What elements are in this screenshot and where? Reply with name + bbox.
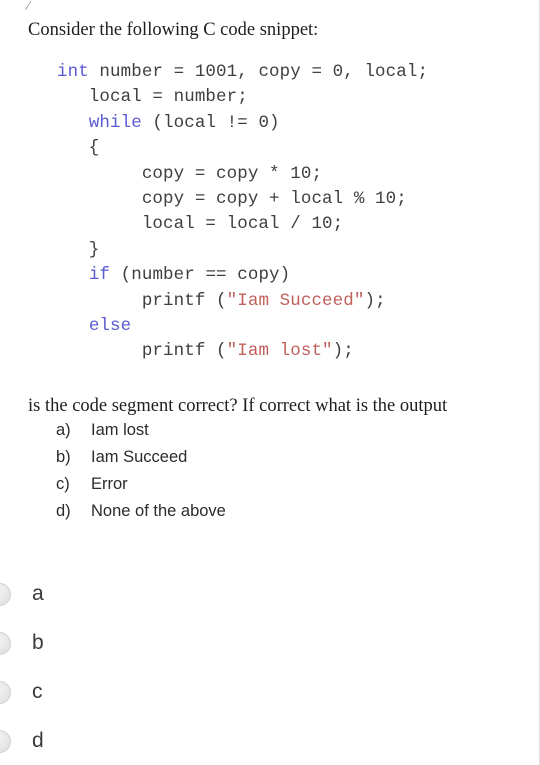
choice-marker: a) xyxy=(56,421,71,439)
radio-option-label[interactable]: c xyxy=(32,678,43,706)
code-line: printf ("Iam lost"); xyxy=(57,339,540,364)
choice-label: Iam Succeed xyxy=(91,448,188,466)
code-token-keyword: while xyxy=(88,112,142,133)
choice-label: Iam lost xyxy=(91,421,149,439)
code-line: copy = copy * 10; xyxy=(57,162,540,187)
choice-marker: c) xyxy=(56,475,70,493)
choice-label: Error xyxy=(91,475,128,493)
code-snippet: int number = 1001, copy = 0, local; loca… xyxy=(57,60,540,365)
question-text: is the code segment correct? If correct … xyxy=(28,396,448,416)
choice-item: a) Iam lost xyxy=(56,421,496,448)
answer-radio-group[interactable]: abcd xyxy=(0,571,200,765)
code-token-keyword: if xyxy=(88,265,111,286)
code-line: printf ("Iam Succeed"); xyxy=(57,289,540,314)
code-line: int number = 1001, copy = 0, local; xyxy=(57,60,540,85)
choice-label: None of the above xyxy=(91,502,226,520)
radio-option-label[interactable]: d xyxy=(32,727,44,755)
choice-item: b) Iam Succeed xyxy=(56,448,496,475)
code-line: } xyxy=(57,238,540,263)
code-line: local = number; xyxy=(57,85,540,110)
choice-marker: b) xyxy=(56,448,71,466)
choice-item: c) Error xyxy=(56,475,496,502)
choice-list: a) Iam lost b) Iam Succeed c) Error d) None of … xyxy=(56,421,496,529)
radio-option-label[interactable]: a xyxy=(32,580,44,608)
code-token-plain: printf ( xyxy=(57,290,227,311)
code-token-plain: { xyxy=(57,138,100,159)
code-token-plain: copy = copy * 10; xyxy=(57,163,323,184)
code-token-plain: } xyxy=(57,239,100,260)
code-line: if (number == copy) xyxy=(57,263,540,288)
code-token-plain: number = 1001, copy = 0, local; xyxy=(88,62,429,82)
question-page: / Consider the following C code snippet:… xyxy=(0,0,540,765)
radio-button-icon[interactable] xyxy=(0,632,11,655)
code-token-plain: local = local / 10; xyxy=(57,214,344,235)
code-token-string: "Iam Succeed" xyxy=(226,290,365,311)
code-token-string: "Iam lost" xyxy=(226,341,333,362)
answer-option-a[interactable]: a xyxy=(0,571,200,620)
code-token-plain: (local != 0) xyxy=(141,112,280,133)
code-token-keyword: int xyxy=(57,62,89,82)
radio-button-icon[interactable] xyxy=(0,583,11,606)
code-token-plain: printf ( xyxy=(57,341,227,362)
code-line: { xyxy=(57,136,540,161)
answer-option-c[interactable]: c xyxy=(0,669,200,718)
choice-marker: d) xyxy=(56,502,71,520)
code-line: local = local / 10; xyxy=(57,212,540,237)
code-line: copy = copy + local % 10; xyxy=(57,187,540,212)
scan-artifact-mark: / xyxy=(24,0,33,15)
code-token-plain: local = number; xyxy=(57,87,248,108)
code-token-plain: ); xyxy=(364,290,386,311)
code-token-plain: (number == copy) xyxy=(110,265,291,286)
code-line: else xyxy=(57,314,540,339)
prompt-text: Consider the following C code snippet: xyxy=(28,20,319,40)
radio-option-label[interactable]: b xyxy=(32,629,44,657)
code-token-plain: ); xyxy=(332,341,354,362)
radio-button-icon[interactable] xyxy=(0,730,11,753)
answer-option-d[interactable]: d xyxy=(0,718,200,765)
choice-item: d) None of the above xyxy=(56,502,496,529)
answer-option-b[interactable]: b xyxy=(0,620,200,669)
code-token-plain: copy = copy + local % 10; xyxy=(57,188,407,209)
radio-button-icon[interactable] xyxy=(0,681,11,704)
code-line: while (local != 0) xyxy=(57,111,540,136)
code-token-keyword: else xyxy=(88,315,132,336)
